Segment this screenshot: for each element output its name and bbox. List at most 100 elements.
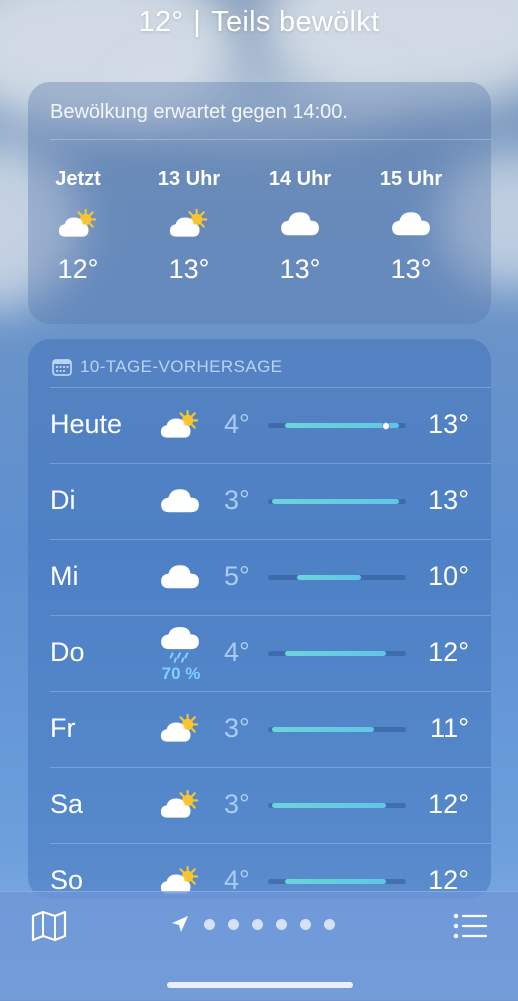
partly-sunny-icon — [58, 209, 97, 237]
forecast-high: 11° — [430, 713, 469, 743]
rain-cloud-icon — [161, 627, 199, 663]
temp-range-track — [268, 575, 406, 580]
hour-temp: 13° — [279, 254, 321, 284]
row-divider — [50, 691, 491, 692]
forecast-low: 4° — [224, 409, 250, 439]
page-dot[interactable] — [204, 919, 215, 930]
page-indicator[interactable] — [204, 919, 335, 930]
forecast-icon-wrap — [156, 555, 204, 599]
current-temp-marker — [382, 421, 390, 430]
forecast-row[interactable]: Mi 5° 10° — [28, 539, 491, 615]
forecast-high: 10° — [428, 561, 469, 591]
row-divider — [50, 843, 491, 844]
page-dot[interactable] — [300, 919, 311, 930]
temp-range-bar — [272, 803, 386, 808]
header-separator: | — [193, 6, 202, 38]
row-divider — [50, 387, 491, 388]
forecast-row[interactable]: Sa 3° 12° — [28, 767, 491, 843]
page-dot[interactable] — [252, 919, 263, 930]
bottom-toolbar — [0, 891, 518, 1001]
temp-range-bar — [272, 499, 399, 504]
hourly-forecast-card[interactable]: Bewölkung erwartet gegen 14:00. Jetzt 12… — [28, 82, 491, 324]
temp-range-bar — [285, 651, 386, 656]
forecast-day: Fr — [50, 713, 76, 743]
page-dot[interactable] — [228, 919, 239, 930]
hour-temp: 12° — [57, 254, 99, 284]
forecast-row[interactable]: Di 3° 13° — [28, 463, 491, 539]
forecast-day: Mi — [50, 561, 79, 591]
temp-range-bar — [285, 879, 386, 884]
hourly-summary: Bewölkung erwartet gegen 14:00. — [50, 101, 348, 123]
temp-range-track — [268, 803, 406, 808]
temp-range-track — [268, 879, 406, 884]
forecast-high: 13° — [428, 485, 469, 515]
forecast-high: 13° — [428, 409, 469, 439]
home-indicator[interactable] — [167, 982, 353, 988]
hour-temp: 13° — [390, 254, 432, 284]
forecast-title: 10-TAGE-VORHERSAGE — [80, 357, 283, 376]
forecast-header: 10-TAGE-VORHERSAGE — [52, 357, 282, 377]
forecast-low: 3° — [224, 485, 250, 515]
forecast-low: 4° — [224, 637, 250, 667]
hourly-item: 13 Uhr 13° — [144, 168, 234, 285]
forecast-icon-wrap — [156, 403, 204, 447]
cloud-icon — [161, 565, 199, 589]
ten-day-forecast-card[interactable]: 10-TAGE-VORHERSAGE Heute 4° 13° Di 3° 13… — [28, 339, 491, 899]
page-dot[interactable] — [276, 919, 287, 930]
partly-sunny-icon — [160, 410, 199, 438]
calendar-icon — [52, 359, 72, 376]
row-divider — [50, 463, 491, 464]
cloud-icon — [281, 212, 319, 236]
forecast-day: Di — [50, 485, 76, 515]
row-divider — [50, 539, 491, 540]
forecast-low: 5° — [224, 561, 250, 591]
precipitation-chance: 70 % — [161, 664, 201, 683]
partly-sunny-icon — [160, 714, 199, 742]
current-condition: Teils bewölkt — [211, 6, 380, 38]
forecast-icon-wrap — [156, 479, 204, 523]
current-conditions: 12° | Teils bewölkt — [0, 6, 518, 39]
temp-range-track — [268, 421, 406, 430]
temp-range-track — [268, 651, 406, 656]
forecast-day: Sa — [50, 789, 84, 819]
forecast-day: Heute — [50, 409, 123, 439]
forecast-high: 12° — [428, 789, 469, 819]
location-arrow-icon[interactable] — [170, 914, 190, 934]
hourly-item: 14 Uhr 13° — [255, 168, 345, 285]
temp-range-track — [268, 727, 406, 732]
forecast-row[interactable]: Fr 3° 11° — [28, 691, 491, 767]
forecast-icon-wrap — [156, 783, 204, 827]
temp-range-bar — [297, 575, 361, 580]
row-divider — [50, 615, 491, 616]
partly-sunny-icon — [160, 790, 199, 818]
temp-range-bar — [272, 727, 374, 732]
hourly-item: Jetzt 12° — [33, 168, 123, 285]
hour-label: 16 Uhr — [477, 168, 492, 194]
cloud-icon — [161, 489, 199, 513]
forecast-low: 3° — [224, 713, 250, 743]
cloud-icon — [392, 212, 430, 236]
forecast-row[interactable]: Do 70 % 4° 12° — [28, 615, 491, 691]
partly-sunny-icon — [169, 209, 208, 237]
forecast-high: 12° — [428, 637, 469, 667]
hour-label: 14 Uhr — [268, 168, 332, 190]
forecast-icon-wrap — [156, 707, 204, 751]
page-dot[interactable] — [324, 919, 335, 930]
temp-range-track — [268, 499, 406, 504]
forecast-low: 3° — [224, 789, 250, 819]
hour-temp: 13° — [168, 254, 210, 284]
current-temperature: 12° — [138, 6, 184, 38]
forecast-row[interactable]: Heute 4° 13° — [28, 387, 491, 463]
list-icon[interactable] — [452, 910, 488, 942]
map-icon[interactable] — [31, 910, 67, 942]
forecast-icon-wrap — [156, 623, 204, 667]
hourly-item: 15 Uhr 13° — [366, 168, 456, 285]
hour-temp: 13° — [477, 254, 491, 285]
row-divider — [50, 767, 491, 768]
hour-label: 13 Uhr — [157, 168, 221, 190]
hourly-divider — [50, 139, 491, 140]
hour-label: Jetzt — [55, 168, 101, 190]
hourly-item: 16 Uhr 13° — [477, 168, 492, 285]
hour-label: 15 Uhr — [379, 168, 443, 190]
forecast-day: Do — [50, 637, 85, 667]
